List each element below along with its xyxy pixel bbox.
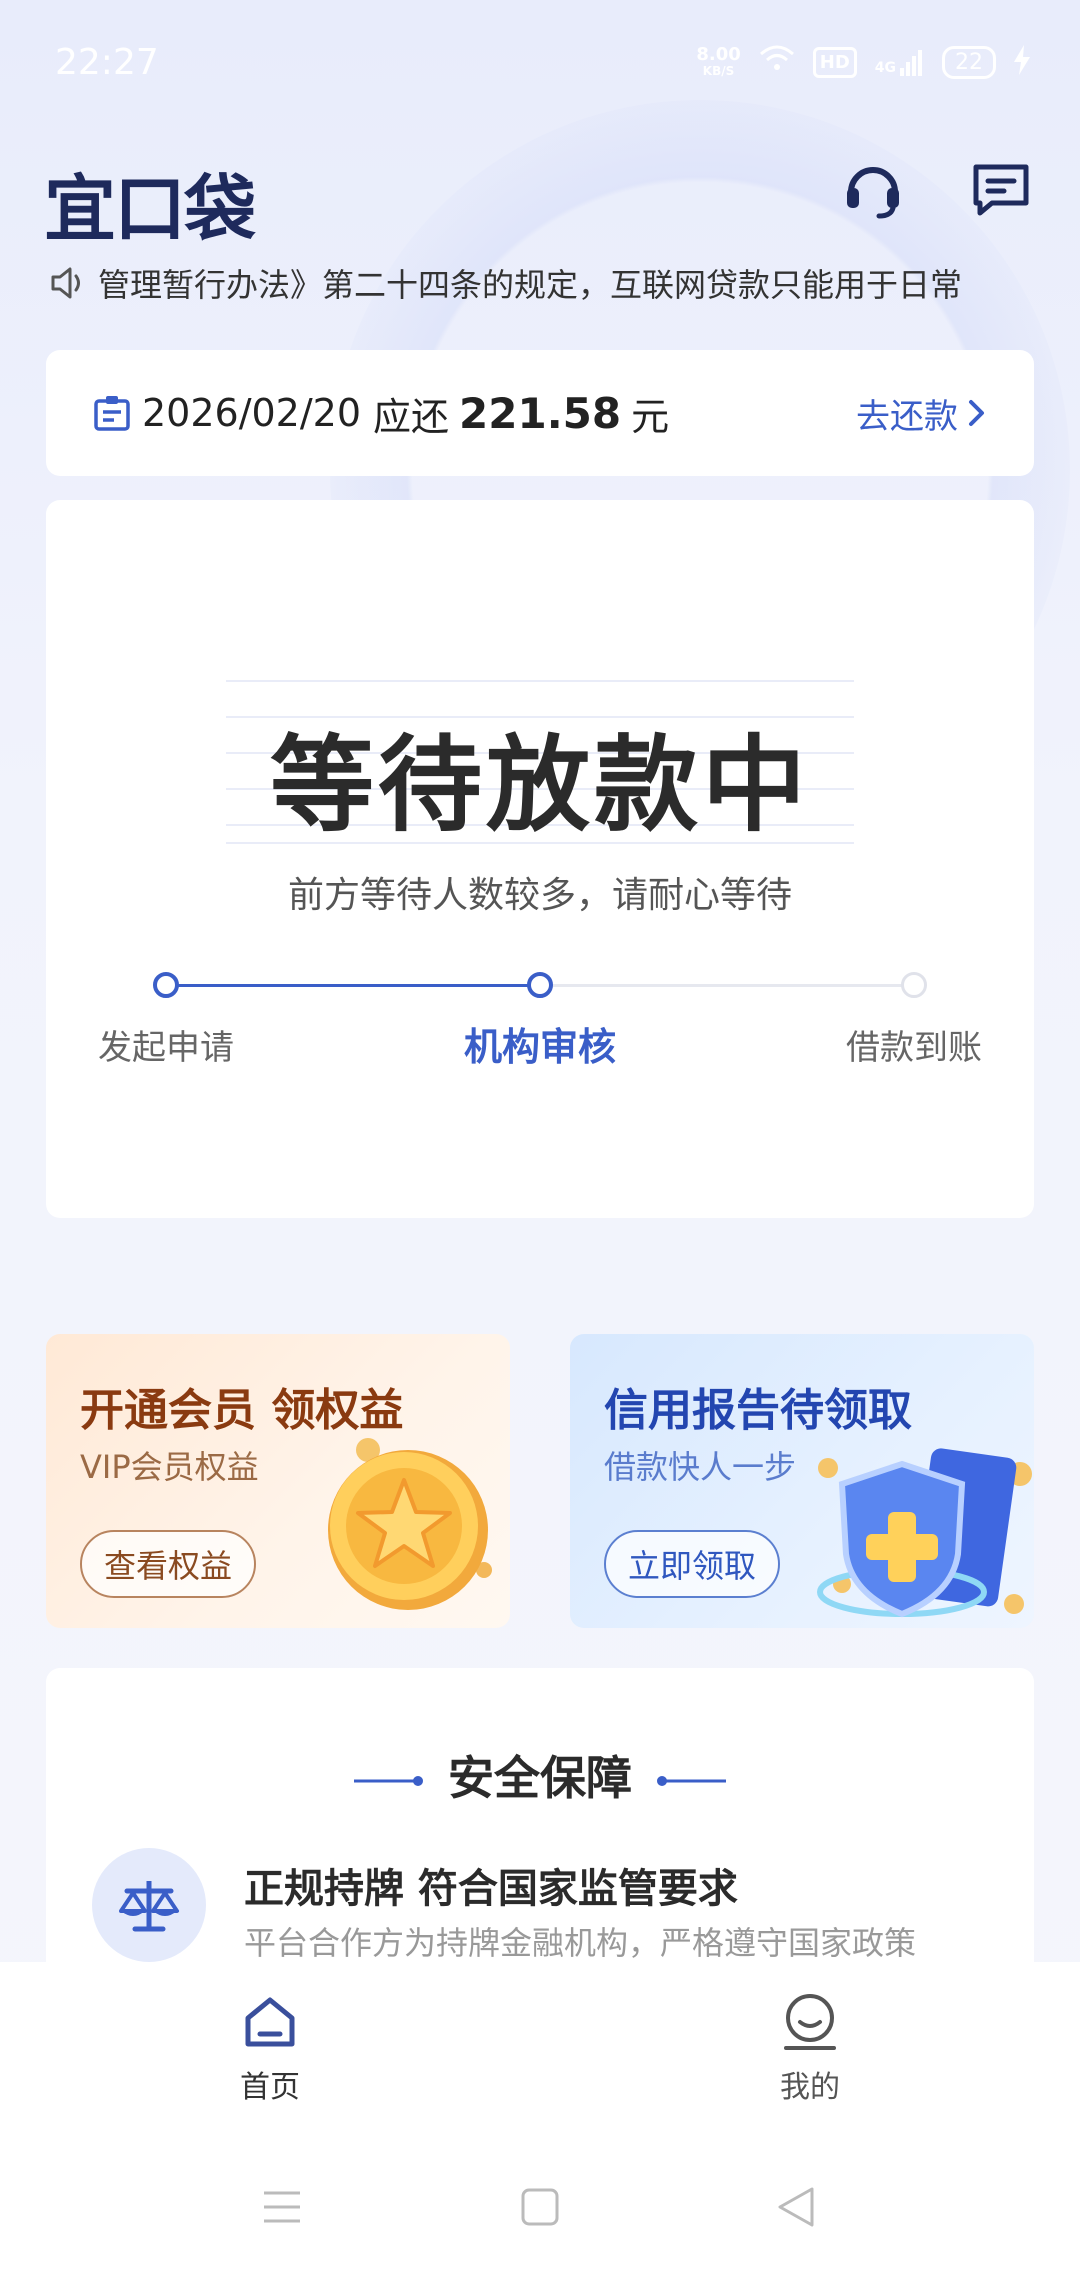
loan-status-subtitle: 前方等待人数较多，请耐心等待 [287, 875, 792, 916]
balance-scale-icon [92, 1848, 206, 1962]
shield-icon [802, 1434, 1034, 1628]
step-label-review: 机构审核 [463, 1025, 616, 1069]
security-title: 安全保障 [448, 1751, 632, 1805]
progress-steps: 发起申请 机构审核 借款到账 [46, 970, 1034, 1090]
menu-icon[interactable] [252, 2182, 312, 2232]
network-type: 4G [874, 60, 896, 76]
repayment-due-label: 应还 [373, 394, 450, 439]
progress-line-pending [540, 984, 914, 987]
security-card: 安全保障 正规持牌 符合国家监管要求 平台合作方为持牌金融机构，严格遵守国家政策 [46, 1668, 1034, 2008]
loan-status-title: 等待放款中 [269, 724, 810, 846]
credit-promo-subtitle: 借款快人一步 [604, 1448, 797, 1486]
network-speed-value: 8.00 [696, 44, 741, 65]
network-speed-unit: KB/S [702, 64, 735, 78]
network-speed: 8.00 KB/S [696, 44, 741, 79]
gold-coin-icon [308, 1420, 508, 1624]
nav-mine-label: 我的 [780, 2070, 840, 2105]
repayment-info: 2026/02/20 应还 221.58 元 [92, 386, 669, 441]
wifi-icon [759, 44, 795, 80]
app-screen: 22:27 8.00 KB/S HD 4G 22 宜口袋 管理暂行办法》第二十四… [0, 0, 1080, 2280]
security-title-row: 安全保障 [46, 1742, 1034, 1808]
bottom-navigation: 首页 我的 [0, 1962, 1080, 2132]
signal-icon: 4G [875, 48, 924, 76]
security-item-title: 正规持牌 符合国家监管要求 [244, 1866, 738, 1912]
step-dot-arrival [901, 972, 927, 998]
speaker-icon [48, 263, 88, 303]
customer-service-icon[interactable] [838, 155, 908, 225]
claim-now-button[interactable]: 立即领取 [604, 1530, 781, 1598]
calendar-icon [92, 393, 132, 433]
repayment-unit: 元 [631, 394, 670, 439]
vip-promo-card[interactable]: 开通会员 领权益 VIP会员权益 查看权益 [46, 1334, 510, 1628]
credit-promo-title: 信用报告待领取 [604, 1385, 912, 1436]
credit-report-promo-card[interactable]: 信用报告待领取 借款快人一步 立即领取 [570, 1334, 1034, 1628]
app-logo: 宜口袋 [44, 167, 256, 251]
repayment-amount: 221.58 [459, 388, 622, 438]
loan-status-card: 等待放款中 前方等待人数较多，请耐心等待 发起申请 机构审核 借款到账 [46, 500, 1034, 1218]
status-icons: 8.00 KB/S HD 4G 22 [696, 44, 1030, 80]
system-navigation-bar [0, 2132, 1080, 2280]
notice-bar[interactable]: 管理暂行办法》第二十四条的规定，互联网贷款只能用于日常 [48, 258, 1038, 308]
step-dot-review [527, 972, 553, 998]
nav-home[interactable]: 首页 [190, 1992, 350, 2106]
step-label-arrival: 借款到账 [846, 1028, 982, 1068]
home-square-icon[interactable] [510, 2182, 570, 2232]
notice-text: 管理暂行办法》第二十四条的规定，互联网贷款只能用于日常 [98, 266, 963, 304]
back-icon[interactable] [766, 2182, 826, 2232]
title-decoration-left [354, 1772, 424, 1786]
repayment-card: 2026/02/20 应还 221.58 元 去还款 [46, 350, 1034, 476]
message-icon[interactable] [966, 155, 1036, 225]
step-label-apply: 发起申请 [98, 1028, 234, 1068]
progress-line-done [166, 984, 540, 987]
nav-home-label: 首页 [240, 2070, 300, 2105]
charging-icon [1014, 45, 1030, 79]
view-benefits-button[interactable]: 查看权益 [80, 1530, 257, 1598]
chevron-right-icon [966, 398, 988, 428]
status-bar: 22:27 8.00 KB/S HD 4G 22 [0, 0, 1080, 130]
nav-mine[interactable]: 我的 [730, 1992, 890, 2106]
battery-indicator: 22 [942, 45, 996, 79]
repay-button[interactable]: 去还款 [856, 389, 988, 438]
status-time: 22:27 [55, 42, 159, 83]
vip-promo-subtitle: VIP会员权益 [80, 1448, 259, 1486]
security-item-description: 平台合作方为持牌金融机构，严格遵守国家政策 [244, 1924, 917, 1962]
hd-badge: HD [812, 46, 857, 78]
step-dot-apply [153, 972, 179, 998]
repayment-date: 2026/02/20 [142, 391, 362, 435]
home-icon [240, 1992, 300, 2056]
user-icon [780, 1992, 840, 2056]
title-decoration-right [656, 1772, 726, 1786]
repay-button-label: 去还款 [856, 396, 958, 437]
